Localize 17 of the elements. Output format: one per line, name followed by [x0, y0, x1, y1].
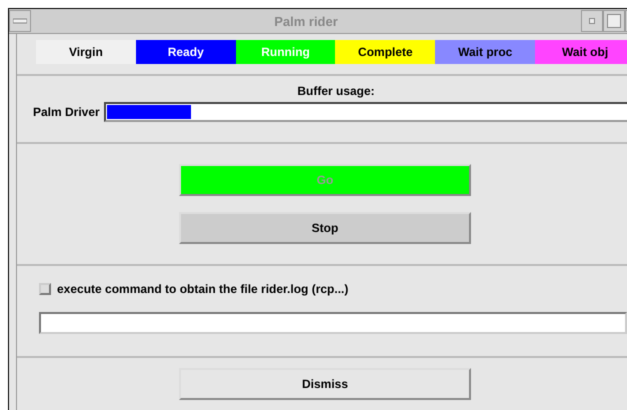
action-button[interactable]: Stop	[179, 212, 471, 244]
maximize-icon[interactable]	[603, 10, 625, 32]
status-legend-item: Ready	[136, 40, 236, 64]
window-title: Palm rider	[273, 14, 339, 28]
window-menu-icon[interactable]	[9, 10, 31, 32]
checkbox[interactable]	[39, 283, 51, 295]
buffer-usage-label: Buffer usage:	[297, 84, 375, 98]
status-legend-item: Complete	[335, 40, 436, 64]
command-field[interactable]	[39, 312, 627, 334]
status-legend-item: Wait proc	[435, 40, 536, 64]
dismiss-button[interactable]: Dismiss	[179, 368, 471, 400]
status-legend-item: Wait obj	[535, 40, 627, 64]
driver-label: Palm Driver	[33, 105, 100, 119]
status-legend-item: Running	[236, 40, 336, 64]
minimize-icon[interactable]	[581, 10, 603, 32]
status-legend-item: Virgin	[36, 40, 136, 64]
checkbox-label: execute command to obtain the file rider.log (rcp...)	[57, 282, 348, 296]
